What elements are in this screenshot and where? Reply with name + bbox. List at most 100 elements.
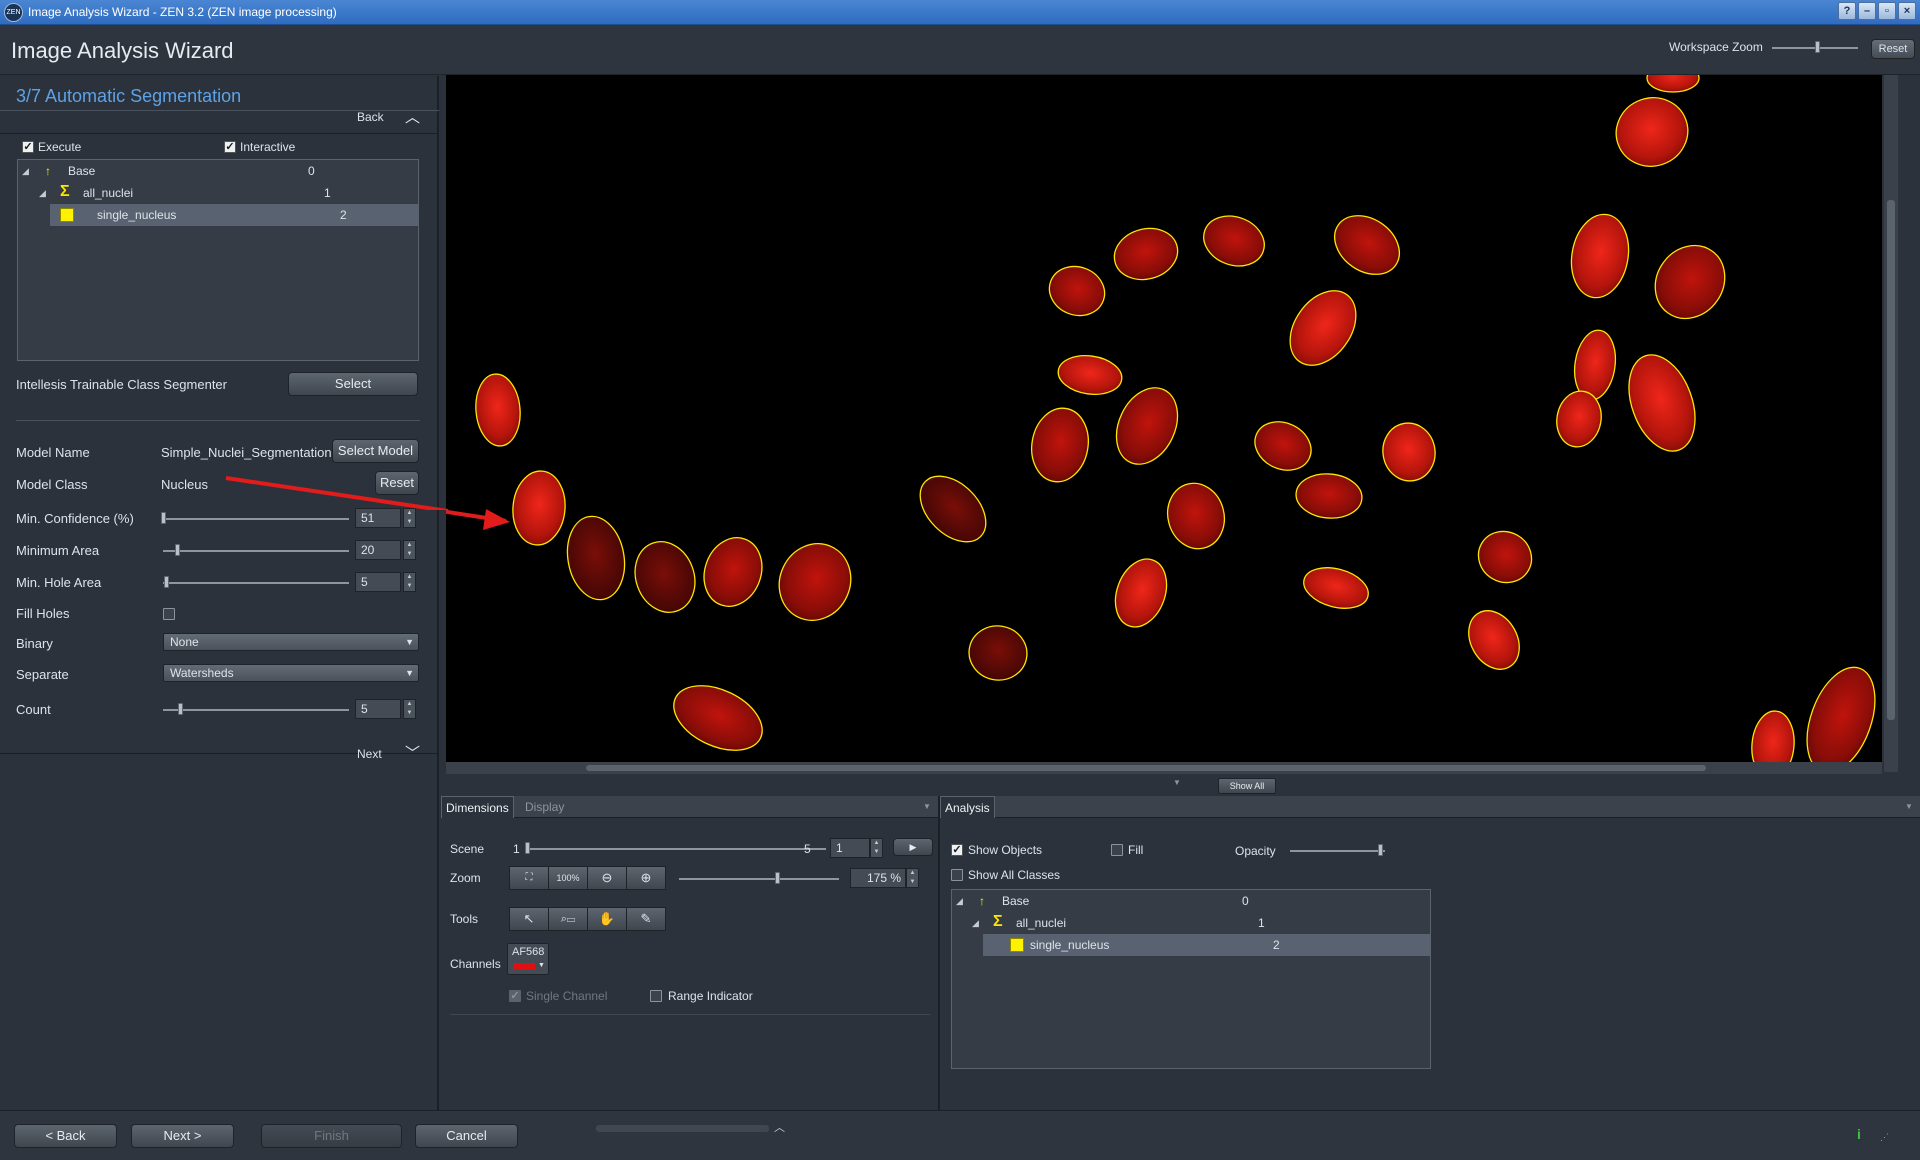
single-channel-label: Single Channel <box>526 989 608 1003</box>
count-spinner[interactable]: ▲ ▼ <box>403 699 416 719</box>
select-segmenter-button[interactable]: Select <box>288 372 418 396</box>
workspace-zoom-reset-button[interactable]: Reset <box>1871 39 1915 59</box>
fill-label: Fill <box>1128 843 1144 857</box>
pipette-icon[interactable]: ✎ <box>626 907 666 931</box>
tree-row-all-nuclei[interactable]: ◢ Σ all_nuclei 1 <box>18 182 418 204</box>
min-hole-area-slider[interactable] <box>163 582 349 584</box>
finish-button[interactable]: Finish <box>261 1124 402 1148</box>
chevron-up-icon[interactable]: ︿ <box>774 1119 785 1135</box>
back-button[interactable]: < Back <box>14 1124 117 1148</box>
collapse-triangle-icon[interactable]: ◢ <box>39 182 46 204</box>
min-hole-area-thumb[interactable] <box>164 576 169 588</box>
image-view[interactable] <box>446 75 1882 772</box>
info-icon[interactable]: i <box>1857 1126 1861 1142</box>
min-hole-area-spinner[interactable]: ▲ ▼ <box>403 572 416 592</box>
binary-dropdown[interactable]: None ▼ <box>163 633 419 651</box>
back-link[interactable]: Back <box>357 110 384 124</box>
fill-checkbox[interactable] <box>1111 844 1123 856</box>
zoom-input[interactable]: 175 % <box>850 868 906 888</box>
cancel-button[interactable]: Cancel <box>415 1124 518 1148</box>
count-thumb[interactable] <box>178 703 183 715</box>
single-channel-checkbox[interactable]: ✓ <box>509 990 521 1002</box>
tree-row-single-nucleus[interactable]: single_nucleus 2 <box>50 204 418 226</box>
horizontal-scroll-thumb[interactable] <box>586 765 1706 771</box>
zoom-slider[interactable] <box>679 878 839 880</box>
minimum-area-slider[interactable] <box>163 550 349 552</box>
scene-input[interactable]: 1 <box>830 838 870 858</box>
tree-row-base[interactable]: ◢ ↑ Base 0 <box>952 890 1430 912</box>
show-all-classes-checkbox[interactable] <box>951 869 963 881</box>
range-indicator-checkbox[interactable] <box>650 990 662 1002</box>
zoom-out-icon[interactable]: ⊖ <box>587 866 627 890</box>
tree-row-base[interactable]: ◢ ↑ Base 0 <box>18 160 418 182</box>
chevron-up-icon[interactable]: ︿ <box>405 106 420 127</box>
min-confidence-spinner[interactable]: ▲ ▼ <box>403 508 416 528</box>
tab-display[interactable]: Display <box>521 796 568 818</box>
show-all-button[interactable]: Show All <box>1218 778 1276 794</box>
scene-thumb[interactable] <box>525 842 530 854</box>
scene-slider[interactable] <box>526 848 826 850</box>
annotation-arrow-tail <box>225 476 449 510</box>
count-slider[interactable] <box>163 709 349 711</box>
zoom-in-icon[interactable]: ⊕ <box>626 866 666 890</box>
panel-collapse-icon[interactable]: ▼ <box>1173 778 1181 787</box>
minimum-area-input[interactable]: 20 <box>355 540 401 560</box>
opacity-slider[interactable] <box>1290 850 1385 852</box>
collapse-triangle-icon[interactable]: ◢ <box>22 160 29 182</box>
close-button[interactable]: × <box>1898 2 1916 20</box>
chevron-down-icon[interactable]: ﹀ <box>405 742 420 763</box>
show-all-classes-label: Show All Classes <box>968 868 1061 882</box>
play-button[interactable]: ▶ <box>893 838 933 856</box>
select-model-button[interactable]: Select Model <box>332 439 419 463</box>
resize-grip-icon[interactable]: ⋰ <box>1880 1132 1889 1143</box>
min-hole-area-input[interactable]: 5 <box>355 572 401 592</box>
tab-analysis[interactable]: Analysis <box>940 796 995 818</box>
fit-to-view-icon[interactable]: ⛶ <box>509 866 549 890</box>
horizontal-scrollbar[interactable] <box>446 762 1882 774</box>
tree-row-all-nuclei[interactable]: ◢ Σ all_nuclei 1 <box>952 912 1430 934</box>
workspace-zoom-thumb[interactable] <box>1815 41 1820 53</box>
next-button[interactable]: Next > <box>131 1124 234 1148</box>
zoom-100-button[interactable]: 100% <box>548 866 588 890</box>
analysis-tabbar: Analysis ▼ <box>940 796 1920 818</box>
nucleus <box>778 543 852 621</box>
min-confidence-label: Min. Confidence (%) <box>16 511 134 526</box>
help-button[interactable]: ? <box>1838 2 1856 20</box>
tab-dimensions[interactable]: Dimensions <box>441 796 514 818</box>
execute-checkbox[interactable]: ✓ <box>22 141 34 153</box>
maximize-button[interactable]: ▫ <box>1878 2 1896 20</box>
analysis-class-tree[interactable]: ◢ ↑ Base 0 ◢ Σ all_nuclei 1 single_nucle… <box>951 889 1431 1069</box>
channel-button-af568[interactable]: AF568 ▼ <box>507 943 549 975</box>
collapse-triangle-icon[interactable]: ◢ <box>972 912 979 934</box>
chevron-down-icon[interactable]: ▼ <box>923 802 931 811</box>
min-confidence-thumb[interactable] <box>161 512 166 524</box>
min-confidence-slider[interactable] <box>163 518 349 520</box>
divider <box>450 1014 930 1015</box>
count-input[interactable]: 5 <box>355 699 401 719</box>
nucleus <box>475 373 521 447</box>
scene-spinner[interactable]: ▲ ▼ <box>870 838 883 858</box>
next-link[interactable]: Next <box>357 747 382 761</box>
chevron-down-icon[interactable]: ▼ <box>1905 802 1913 811</box>
panel-divider <box>938 796 940 1110</box>
minimum-area-spinner[interactable]: ▲ ▼ <box>403 540 416 560</box>
zoom-thumb[interactable] <box>775 872 780 884</box>
interactive-checkbox[interactable]: ✓ <box>224 141 236 153</box>
show-objects-checkbox[interactable]: ✓ <box>951 844 963 856</box>
zoom-region-tool-icon[interactable]: ⌕▭ <box>548 907 588 931</box>
minimize-button[interactable]: – <box>1858 2 1876 20</box>
minimum-area-thumb[interactable] <box>175 544 180 556</box>
pointer-tool-icon[interactable]: ↖ <box>509 907 549 931</box>
separate-dropdown[interactable]: Watersheds ▼ <box>163 664 419 682</box>
pan-hand-icon[interactable]: ✋ <box>587 907 627 931</box>
vertical-scrollbar[interactable] <box>1884 75 1898 772</box>
tree-row-single-nucleus[interactable]: single_nucleus 2 <box>983 934 1430 956</box>
zoom-spinner[interactable]: ▲ ▼ <box>906 868 919 888</box>
fill-holes-checkbox[interactable] <box>163 608 175 620</box>
vertical-scroll-thumb[interactable] <box>1887 200 1895 720</box>
class-tree[interactable]: ◢ ↑ Base 0 ◢ Σ all_nuclei 1 single_nucle… <box>17 159 419 361</box>
collapse-triangle-icon[interactable]: ◢ <box>956 890 963 912</box>
opacity-thumb[interactable] <box>1378 844 1383 856</box>
class-id: 1 <box>324 186 331 200</box>
min-confidence-input[interactable]: 51 <box>355 508 401 528</box>
